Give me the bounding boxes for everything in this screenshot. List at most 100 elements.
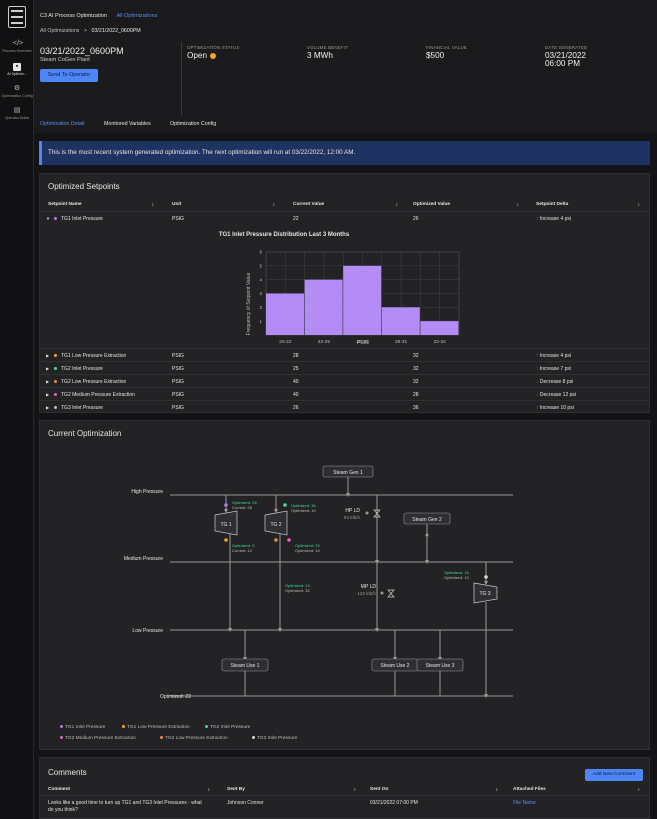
comment-sent-by: Johnson Conner — [227, 800, 264, 806]
arrow-up-icon: ↑ — [536, 405, 539, 411]
col-setpoint-delta[interactable]: Setpoint Delta — [536, 202, 568, 207]
steam-gen-2-label: Steam Gen 2 — [412, 517, 442, 523]
annotation-cur: Current: 12 — [232, 548, 253, 553]
legend-dot-icon — [122, 725, 125, 729]
setpoint-delta: Increase 7 psi — [539, 366, 572, 372]
low-pressure-label: Low Pressure — [132, 628, 163, 634]
app-title: C3 AI Process Optimization — [40, 13, 107, 19]
arrow-down-icon: ↓ — [536, 379, 539, 385]
process-diagram: High Pressure Medium Pressure Low Pressu… — [124, 465, 513, 700]
optimized-value: 36 — [413, 405, 419, 411]
medium-pressure-label: Medium Pressure — [124, 556, 163, 562]
expand-caret-icon[interactable]: ▶ — [46, 353, 49, 358]
status-dot-icon — [210, 52, 217, 59]
sort-icon[interactable]: ⇕ — [495, 787, 498, 792]
col-sent-on[interactable]: Sent On — [370, 787, 388, 792]
app-bar: C3 AI Process Optimization All Optimizat… — [40, 13, 157, 19]
setpoint-delta: Increase 4 psi — [539, 353, 572, 359]
attached-file-link[interactable]: File Name — [513, 800, 536, 806]
sort-icon[interactable]: ⇕ — [207, 787, 210, 792]
nav-operator-notes[interactable]: ▤ Operator Notes — [0, 107, 34, 120]
nav-optimization-config[interactable]: ⚙ Optimization Config — [0, 85, 34, 98]
sort-icon[interactable]: ⇕ — [516, 202, 519, 207]
legend-item: TG1 Low Pressure Extraction — [122, 725, 190, 730]
kpi-value: $500 — [426, 51, 445, 60]
chart-bar[interactable] — [381, 307, 420, 335]
arrow-up-icon: ↑ — [536, 353, 539, 359]
col-comment[interactable]: Comment — [48, 787, 70, 792]
info-banner: This is the most recent system generated… — [39, 141, 650, 165]
expand-caret-icon[interactable]: ▶ — [46, 405, 49, 410]
add-new-comment-button[interactable]: Add New Comment — [585, 769, 643, 781]
tg3-label: TG 3 — [479, 591, 490, 597]
comment-row: Looks like a good time to turn up TG1 an… — [40, 795, 649, 819]
kpi-label: VOLUME BENEFIT — [307, 45, 349, 50]
expand-caret-icon[interactable]: ▼ — [46, 216, 50, 221]
main-content: This is the most recent system generated… — [34, 133, 657, 819]
mp-ld-value: 120 klb/h — [357, 591, 376, 596]
chart-bar[interactable] — [343, 265, 382, 335]
annotation-cur: Optimized: 10 — [291, 508, 316, 513]
table-row[interactable]: ▶ TG2 Inlet Pressure PSIG 25 32 ↑ Increase 7 … — [40, 361, 649, 375]
header-divider — [181, 42, 182, 116]
tab-monitored-variables[interactable]: Monitored Variables — [104, 121, 151, 127]
sort-icon[interactable]: ⇕ — [151, 202, 154, 207]
sort-icon[interactable]: ⇕ — [395, 202, 398, 207]
c3-logo-icon[interactable] — [8, 6, 26, 28]
chart-y-label: Frequency of Setpoint Value — [246, 272, 252, 335]
steam-gen-1-label: Steam Gen 1 — [333, 470, 363, 476]
table-row[interactable]: ▶ TG2 Medium Pressure Extraction PSIG 40 28 ↓… — [40, 387, 649, 401]
distribution-chart: TG1 Inlet Pressure Distribution Last 3 M… — [219, 232, 460, 346]
mp-ld-label: MP LD — [361, 584, 377, 590]
expand-caret-icon[interactable]: ▶ — [46, 366, 49, 371]
current-value: 22 — [293, 216, 299, 222]
table-row[interactable]: ▶ TG3 Inlet Pressure PSIG 26 36 ↑ Increase 10… — [40, 400, 649, 414]
expand-caret-icon[interactable]: ▶ — [46, 379, 49, 384]
chart-x-tick-label: 20-22 — [279, 339, 292, 345]
table-row[interactable]: ▶ TG1 Low Pressure Extraction PSIG 28 32 ↑ In… — [40, 348, 649, 362]
chart-bar[interactable] — [420, 321, 459, 335]
optimized-value: 28 — [413, 392, 419, 398]
breadcrumb-root[interactable]: All Optimizations — [40, 28, 79, 34]
chart-y-tick-label: 6 — [259, 250, 262, 255]
table-row[interactable]: ▶ TG2 Low Pressure Extraction PSIG 40 32 ↓ De… — [40, 374, 649, 388]
setpoints-panel: Optimized Setpoints Setpoint Name ⇕ Unit… — [39, 173, 650, 413]
nav-process-overview[interactable]: </> Process Overview — [0, 40, 34, 53]
sort-icon[interactable]: ⇕ — [353, 787, 356, 792]
table-row[interactable]: ▼ TG1 Inlet Pressure PSIG 22 26 ↑ Increa… — [40, 211, 649, 225]
col-setpoint-name[interactable]: Setpoint Name — [48, 202, 82, 207]
sort-icon[interactable]: ⇕ — [637, 202, 640, 207]
setpoint-name: TG1 Low Pressure Extraction — [61, 353, 127, 359]
setpoint-delta: Increase 4 psi — [539, 216, 572, 222]
send-to-operator-button[interactable]: Send To Operator — [40, 69, 98, 82]
hp-ld-value: 92 klb/h — [344, 515, 361, 520]
tab-optimization-detail[interactable]: Optimization Detail — [40, 121, 84, 127]
chart-bar[interactable] — [266, 293, 304, 336]
sort-icon[interactable]: ⇕ — [637, 787, 640, 792]
col-current-value[interactable]: Current Value — [293, 202, 324, 207]
page-title: 03/21/2022_0600PM — [40, 46, 124, 56]
optimized-value: 26 — [413, 216, 419, 222]
steam-use-3-label: Steam Use 3 — [426, 663, 455, 669]
expand-caret-icon[interactable]: ▶ — [46, 392, 49, 397]
setpoint-delta: Decrease 8 psi — [539, 379, 574, 385]
setpoint-name: TG2 Inlet Pressure — [61, 366, 103, 372]
col-attached-files[interactable]: Attached Files — [513, 787, 546, 792]
sort-icon[interactable]: ⇕ — [272, 202, 275, 207]
all-optimizations-link[interactable]: All Optimizations — [116, 13, 157, 19]
kpi-value: 03/21/2022 06:00 PM — [545, 51, 586, 68]
legend-item: TG2 Medium Pressure Extraction — [60, 736, 136, 741]
legend-dot-icon — [205, 725, 208, 729]
chart-y-tick-label: 5 — [259, 263, 262, 268]
comment-text: Looks like a good time to turn up TG1 an… — [48, 800, 202, 813]
col-sent-by[interactable]: Sent By — [227, 787, 245, 792]
col-unit[interactable]: Unit — [172, 202, 181, 207]
nav-ai-optimization[interactable]: ▪ AI Optimiz... — [0, 63, 34, 76]
col-optimized-value[interactable]: Optimized Value — [413, 202, 450, 207]
breadcrumb: All Optimizations > 03/21/2022_0600PM — [40, 28, 141, 34]
tab-optimization-config[interactable]: Optimization Config — [170, 121, 216, 127]
setpoint-name: TG2 Low Pressure Extraction — [61, 379, 127, 385]
chart-bar[interactable] — [304, 279, 343, 335]
current-optimization-title: Current Optimization — [48, 429, 122, 438]
setpoint-delta: Increase 10 psi — [539, 405, 574, 411]
